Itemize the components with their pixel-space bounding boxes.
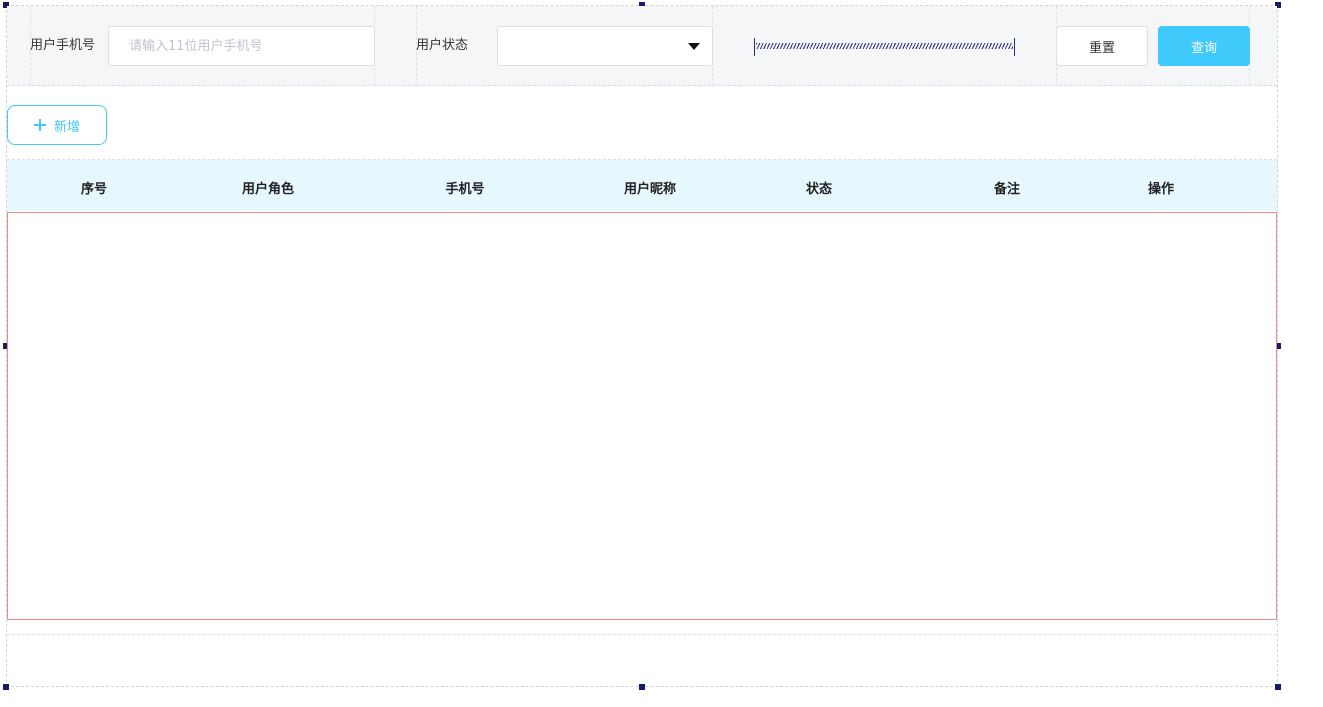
range-start-handle[interactable]: [754, 38, 755, 56]
column-header: 备注: [993, 182, 1021, 197]
column-header: 用户昵称: [623, 182, 677, 197]
caret-down-icon: [688, 43, 700, 50]
reset-button[interactable]: 重置: [1056, 26, 1148, 66]
column-header: 手机号: [445, 182, 485, 197]
column-header: 状态: [805, 182, 833, 197]
phone-filter-label: 用户手机号: [30, 38, 96, 53]
pagination-divider: [7, 634, 1277, 635]
status-filter-label: 用户状态: [416, 38, 469, 53]
table-body: [7, 212, 1277, 620]
plus-icon: [33, 119, 46, 131]
add-button[interactable]: 新增: [7, 105, 107, 145]
resize-handle-bottom-right[interactable]: [1275, 684, 1281, 690]
table-header: 序号 用户角色 手机号 用户昵称 状态 备注 操作: [7, 160, 1277, 211]
column-header: 操作: [1147, 182, 1175, 197]
resize-handle-bottom[interactable]: [639, 684, 645, 690]
column-header: 用户角色: [241, 182, 295, 197]
column-header: 序号: [80, 182, 108, 197]
range-end-handle[interactable]: [1014, 38, 1015, 56]
query-button[interactable]: 查询: [1158, 26, 1250, 66]
range-slider[interactable]: [754, 38, 1015, 56]
range-track: [756, 43, 1013, 49]
add-button-label: 新增: [53, 119, 80, 135]
resize-handle-bottom-left[interactable]: [3, 684, 9, 690]
status-select[interactable]: [497, 26, 713, 66]
phone-input[interactable]: [108, 26, 375, 66]
page-canvas: 用户手机号 用户状态 重置 查询 新增 序号 用户角色 手机号 用户昵称 状态 …: [0, 0, 1323, 707]
